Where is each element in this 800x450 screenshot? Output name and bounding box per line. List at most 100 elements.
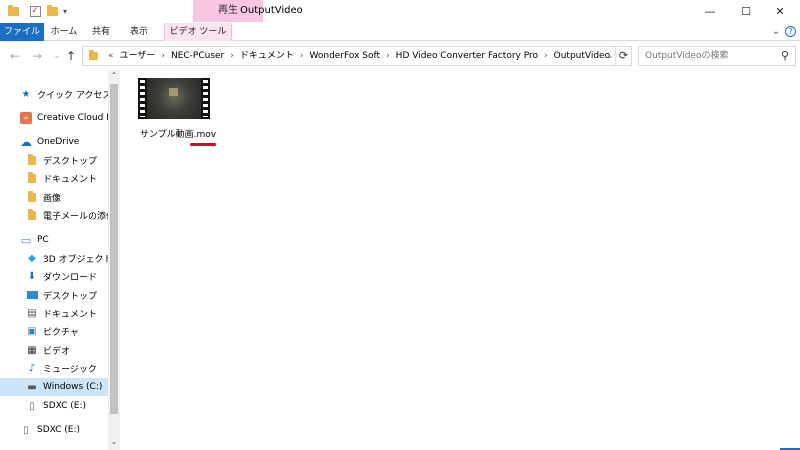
minimize-button[interactable]: —: [690, 0, 730, 22]
nav-item-sdxc-e-root[interactable]: ▯ SDXC (E:): [0, 421, 108, 439]
scroll-down-icon[interactable]: ⌄: [108, 436, 120, 448]
folder-icon: [6, 4, 20, 19]
search-icon[interactable]: ⚲: [781, 49, 789, 62]
nav-item-onedrive[interactable]: ☁ OneDrive: [0, 133, 108, 151]
nav-item-pc[interactable]: ▭ PC: [0, 231, 108, 249]
nav-item-desktop-pc[interactable]: デスクトップ: [0, 286, 108, 304]
nav-item-label: 画像: [43, 193, 62, 204]
nav-item-pictures-onedrive[interactable]: 画像: [0, 188, 108, 206]
drive-icon: ▬: [27, 381, 37, 393]
nav-item-documents-pc[interactable]: ▤ ドキュメント: [0, 304, 108, 322]
up-arrow-icon[interactable]: ↑: [64, 49, 78, 63]
nav-item-documents[interactable]: ドキュメント: [0, 169, 108, 187]
nav-item-label: ピクチャ: [43, 327, 79, 338]
nav-item-email-attachments[interactable]: 電子メールの添付フ: [0, 206, 108, 224]
breadcrumb-separator[interactable]: ›: [297, 47, 307, 65]
folder-icon: [26, 208, 38, 221]
creative-cloud-icon: ∞: [20, 112, 32, 124]
nav-item-music[interactable]: ♪ ミュージック: [0, 359, 108, 377]
breadcrumb-overflow[interactable]: «: [105, 47, 117, 65]
nav-item-label: ミュージック: [43, 364, 97, 375]
nav-item-label: デスクトップ: [43, 156, 98, 167]
nav-item-label: クイック アクセス: [37, 90, 108, 101]
nav-item-label: 3D オブジェクト: [43, 254, 108, 265]
folder-icon: [89, 50, 98, 60]
tab-home[interactable]: ホーム: [46, 23, 82, 41]
nav-item-label: PC: [37, 235, 49, 245]
nav-item-label: ビデオ: [43, 346, 71, 357]
refresh-icon[interactable]: ⟳: [615, 47, 631, 65]
window-title: OutputVideo: [240, 5, 303, 16]
properties-icon[interactable]: ✓: [28, 4, 42, 19]
search-input[interactable]: [645, 48, 775, 64]
recent-locations-chevron-icon[interactable]: ⌄: [50, 49, 64, 63]
nav-item-windows-c[interactable]: ▬ Windows (C:): [0, 378, 108, 396]
help-icon[interactable]: ?: [785, 26, 796, 37]
nav-item-3d-objects[interactable]: ◆ 3D オブジェクト: [0, 249, 108, 267]
file-item[interactable]: サンプル動画.mov: [138, 78, 218, 146]
nav-item-label: 電子メールの添付フ: [43, 211, 108, 222]
thumbnail-highlight: [169, 88, 178, 96]
cube-icon: ◆: [28, 252, 36, 264]
nav-item-label: ドキュメント: [43, 174, 98, 185]
scrollbar-thumb[interactable]: [110, 84, 118, 414]
breadcrumb-item[interactable]: NEC-PCuser: [168, 47, 227, 65]
chevron-down-icon[interactable]: ⌄: [770, 26, 782, 38]
pictures-icon: ▣: [27, 325, 37, 337]
tab-file[interactable]: ファイル: [0, 23, 44, 41]
breadcrumb-separator[interactable]: ›: [383, 47, 393, 65]
breadcrumb-item[interactable]: ドキュメント: [237, 47, 297, 65]
ribbon-tab-bar: ファイル ホーム 共有 表示 ビデオ ツール ⌄ ?: [0, 23, 800, 41]
red-annotation-underline: [190, 143, 216, 146]
folder-icon: [26, 190, 38, 203]
nav-item-label: デスクトップ: [43, 291, 98, 302]
thumbnail-image: [147, 78, 201, 119]
folder-icon: [26, 171, 38, 184]
nav-item-label: SDXC (E:): [43, 401, 87, 411]
address-bar[interactable]: « ユーザー › NEC-PCuser › ドキュメント › WonderFox…: [82, 46, 632, 66]
close-button[interactable]: ✕: [760, 0, 800, 22]
desktop-icon: [26, 289, 38, 301]
nav-item-quick-access[interactable]: ★ クイック アクセス: [0, 85, 108, 103]
video-thumbnail: [138, 78, 210, 119]
video-icon: ▦: [27, 344, 37, 356]
forward-arrow-icon[interactable]: →: [30, 49, 44, 63]
nav-item-label: SDXC (E:): [37, 425, 81, 435]
folder-icon: [26, 153, 38, 166]
sd-card-icon: ▯: [29, 400, 35, 412]
breadcrumb-item[interactable]: WonderFox Soft: [306, 47, 383, 65]
nav-item-downloads[interactable]: ⬇ ダウンロード: [0, 267, 108, 285]
breadcrumb-separator[interactable]: ›: [541, 47, 551, 65]
nav-item-videos[interactable]: ▦ ビデオ: [0, 341, 108, 359]
nav-item-pictures[interactable]: ▣ ピクチャ: [0, 322, 108, 340]
nav-pane-scrollbar[interactable]: ⌃ ⌄: [108, 70, 120, 450]
tab-video-tools[interactable]: ビデオ ツール: [164, 23, 232, 41]
file-list-area[interactable]: サンプル動画.mov: [122, 70, 800, 450]
scroll-up-icon[interactable]: ⌃: [108, 70, 120, 82]
document-icon: ▤: [27, 307, 37, 319]
breadcrumb: « ユーザー › NEC-PCuser › ドキュメント › WonderFox…: [105, 47, 613, 65]
new-folder-icon[interactable]: [46, 4, 58, 19]
breadcrumb-item[interactable]: HD Video Converter Factory Pro: [393, 47, 541, 65]
nav-item-creative-cloud[interactable]: ∞ Creative Cloud Files: [0, 109, 108, 127]
search-box[interactable]: ⚲: [638, 46, 796, 66]
customize-quick-access-icon[interactable]: ▾: [60, 4, 70, 19]
file-name[interactable]: サンプル動画.mov: [128, 127, 228, 140]
address-row: ← → ⌄ ↑ « ユーザー › NEC-PCuser › ドキュメント › W…: [0, 42, 800, 70]
pc-icon: ▭: [20, 233, 32, 247]
tab-share[interactable]: 共有: [86, 23, 116, 41]
tab-view[interactable]: 表示: [124, 23, 154, 41]
navigation-pane: ★ クイック アクセス ∞ Creative Cloud Files ☁ One…: [0, 70, 120, 450]
nav-item-desktop[interactable]: デスクトップ: [0, 151, 108, 169]
nav-item-label: ダウンロード: [43, 272, 98, 283]
music-icon: ♪: [28, 362, 36, 374]
breadcrumb-separator[interactable]: ›: [158, 47, 168, 65]
star-icon: ★: [21, 88, 31, 100]
breadcrumb-separator[interactable]: ›: [227, 47, 237, 65]
back-arrow-icon[interactable]: ←: [8, 49, 22, 63]
breadcrumb-item[interactable]: ユーザー: [117, 47, 159, 65]
nav-item-label: Windows (C:): [43, 382, 103, 392]
cloud-icon: ☁: [20, 135, 32, 149]
nav-item-sdxc-e[interactable]: ▯ SDXC (E:): [0, 397, 108, 415]
title-bar: ✓ ▾ 再生 OutputVideo — ☐ ✕: [0, 0, 800, 23]
